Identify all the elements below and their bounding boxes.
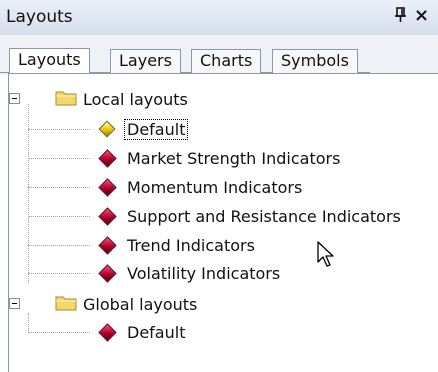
tab-layouts[interactable]: Layouts bbox=[9, 48, 90, 73]
collapse-icon[interactable] bbox=[9, 93, 20, 104]
red-diamond-icon bbox=[98, 149, 117, 168]
panel-titlebar: Layouts × bbox=[0, 0, 438, 36]
red-diamond-icon bbox=[98, 178, 117, 197]
panel-title: Layouts bbox=[6, 7, 73, 27]
close-icon[interactable]: × bbox=[414, 5, 429, 26]
tree-group-global-layouts[interactable]: Global layouts bbox=[9, 292, 309, 316]
tab-symbols[interactable]: Symbols bbox=[272, 49, 358, 73]
pin-icon[interactable] bbox=[394, 7, 408, 27]
tree-group-label: Local layouts bbox=[83, 90, 188, 109]
tree-item-label: Support and Resistance Indicators bbox=[127, 207, 401, 226]
tree-item[interactable]: Volatility Indicators bbox=[9, 261, 429, 285]
layouts-panel: Layouts × Layouts Layers Charts Symbols bbox=[0, 0, 438, 372]
tab-charts[interactable]: Charts bbox=[191, 49, 262, 73]
folder-icon bbox=[55, 91, 77, 106]
tree-item[interactable]: Default bbox=[9, 320, 429, 344]
red-diamond-icon bbox=[98, 323, 117, 342]
folder-icon bbox=[55, 296, 77, 311]
red-diamond-icon bbox=[98, 207, 117, 226]
tab-layers[interactable]: Layers bbox=[110, 49, 181, 73]
tree-item-label: Volatility Indicators bbox=[127, 264, 281, 283]
yellow-diamond-icon bbox=[98, 120, 116, 138]
tree-item[interactable]: Momentum Indicators bbox=[9, 175, 429, 199]
tree-item[interactable]: Market Strength Indicators bbox=[9, 146, 429, 170]
tree-group-local-layouts[interactable]: Local layouts bbox=[9, 87, 309, 111]
tree-item-label: Default bbox=[127, 323, 186, 342]
tree-item-label: Market Strength Indicators bbox=[127, 149, 341, 168]
red-diamond-icon bbox=[98, 264, 117, 283]
tree-item-label: Momentum Indicators bbox=[127, 178, 303, 197]
red-diamond-icon bbox=[98, 236, 117, 255]
tree-item[interactable]: Support and Resistance Indicators bbox=[9, 204, 438, 228]
tree-item-label: Default bbox=[123, 119, 189, 140]
tree-item[interactable]: Trend Indicators bbox=[9, 233, 429, 257]
tree-group-label: Global layouts bbox=[83, 295, 198, 314]
mouse-cursor-icon bbox=[317, 241, 334, 267]
collapse-icon[interactable] bbox=[9, 298, 20, 309]
layouts-tree: Local layouts Default Market Strength In… bbox=[8, 73, 438, 372]
tree-item-label: Trend Indicators bbox=[127, 236, 255, 255]
tree-item[interactable]: Default bbox=[9, 117, 429, 141]
pin-icon-svg bbox=[395, 7, 406, 22]
